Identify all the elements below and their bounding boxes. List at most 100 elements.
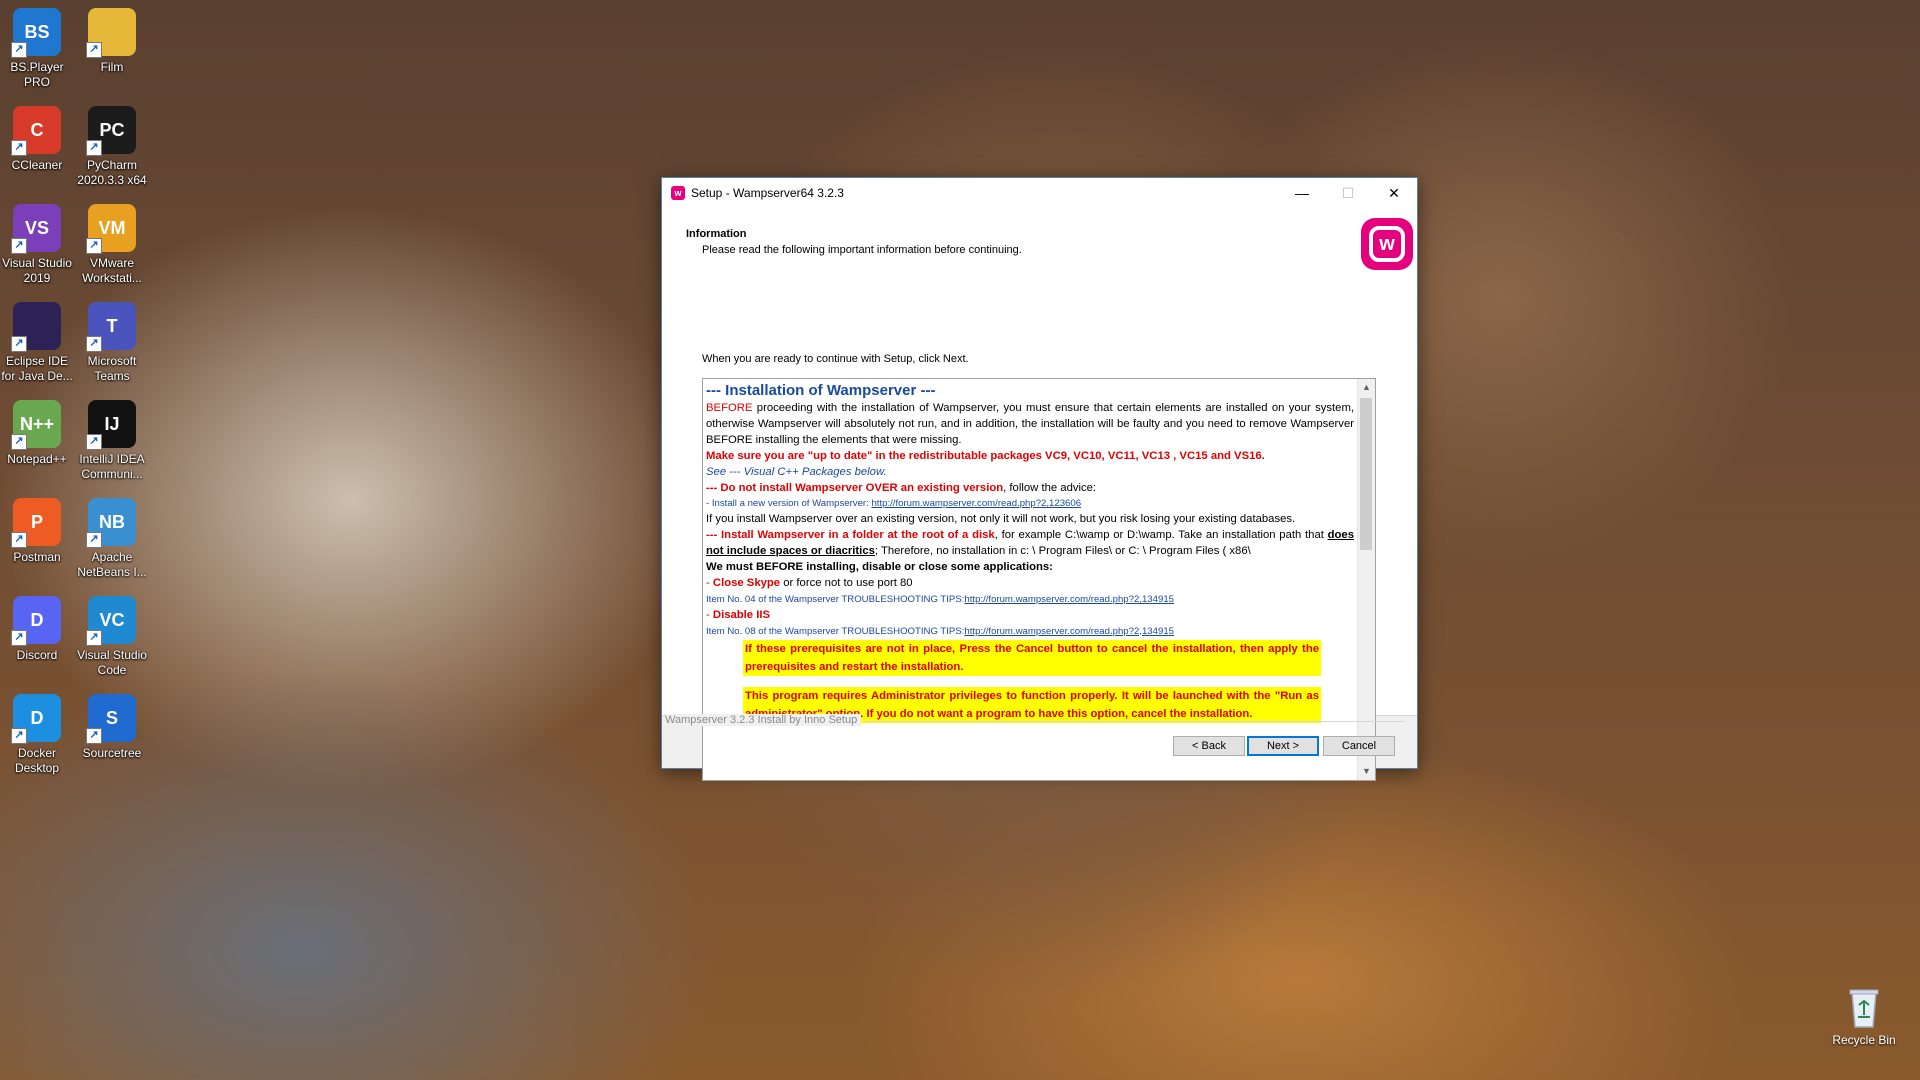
tip-08-text: Item No. 08 of the Wampserver TROUBLESHO… <box>706 625 965 637</box>
next-button[interactable]: Next > <box>1247 736 1319 756</box>
new-version-text: - Install a new version of Wampserver: <box>706 498 872 510</box>
film-icon: ↗ <box>86 8 136 58</box>
desktop-icon-notepad[interactable]: N++ ↗ Notepad++ <box>0 400 74 467</box>
info-heading: --- Installation of Wampserver --- <box>706 382 936 399</box>
before-label: BEFORE <box>706 402 753 414</box>
desktop-icon-intellij-idea-communi[interactable]: IJ ↗ IntelliJ IDEA Communi... <box>75 400 149 482</box>
microsoft-teams-icon: T ↗ <box>86 302 136 352</box>
minimize-button[interactable]: — <box>1279 178 1325 208</box>
scroll-up-icon[interactable]: ▲ <box>1358 379 1375 396</box>
desktop-icon-label: PyCharm 2020.3.3 x64 <box>77 158 147 187</box>
desktop-icon-label: Eclipse IDE for Java De... <box>1 354 73 383</box>
info-no-overwrite: --- Do not install Wampserver OVER an ex… <box>706 481 1354 497</box>
bs-player-pro-icon: BS ↗ <box>11 8 61 58</box>
info-risk-databases: If you install Wampserver over an existi… <box>706 513 1296 526</box>
title-bar[interactable]: w Setup - Wampserver64 3.2.3 — ☐ ✕ <box>662 178 1417 208</box>
skype-dash: - <box>706 576 713 589</box>
skype-label: Close Skype <box>712 576 781 589</box>
desktop-icon-sourcetree[interactable]: S ↗ Sourcetree <box>75 694 149 761</box>
iis-label: Disable IIS <box>712 608 771 621</box>
desktop-icon-postman[interactable]: P ↗ Postman <box>0 498 74 565</box>
desktop-icon-label: Notepad++ <box>7 452 67 466</box>
shortcut-arrow-icon: ↗ <box>11 434 27 450</box>
desktop-icon-label: Visual Studio Code <box>77 648 147 677</box>
info-scrollbar[interactable]: ▲ ▼ <box>1357 379 1375 780</box>
info-tip-08: Item No. 08 of the Wampserver TROUBLESHO… <box>706 624 1354 640</box>
shortcut-arrow-icon: ↗ <box>86 434 102 450</box>
scroll-down-icon[interactable]: ▼ <box>1358 763 1375 780</box>
vmware-workstati-icon: VM ↗ <box>86 204 136 254</box>
desktop-icon-microsoft-teams[interactable]: T ↗ Microsoft Teams <box>75 302 149 384</box>
info-new-version-line: - Install a new version of Wampserver: h… <box>706 496 1354 512</box>
desktop-icon-ccleaner[interactable]: C ↗ CCleaner <box>0 106 74 173</box>
no-overwrite-label: --- Do not install Wampserver OVER an ex… <box>706 481 1004 494</box>
shortcut-arrow-icon: ↗ <box>11 728 27 744</box>
notepad-glyph: N++ <box>19 413 55 434</box>
wampserver-logo-icon: w <box>1369 226 1405 262</box>
desktop-icon-label: Apache NetBeans I... <box>77 550 147 579</box>
maximize-button: ☐ <box>1325 178 1371 208</box>
close-button[interactable]: ✕ <box>1371 178 1417 208</box>
shortcut-arrow-icon: ↗ <box>86 42 102 58</box>
desktop-icon-label: Visual Studio 2019 <box>2 256 72 285</box>
tip-08-link[interactable]: http://forum.wampserver.com/read.php?2,1… <box>964 626 1174 637</box>
maximize-icon: ☐ <box>1341 184 1355 201</box>
visual-studio-2019-icon: VS ↗ <box>11 204 61 254</box>
desktop-icon-apache-netbeans-i[interactable]: NB ↗ Apache NetBeans I... <box>75 498 149 580</box>
scroll-thumb[interactable] <box>1360 398 1372 550</box>
microsoft-teams-glyph: T <box>106 315 118 336</box>
info-disable-apps: We must BEFORE installing, disable or cl… <box>706 561 1053 574</box>
vmware-workstati-glyph: VM <box>98 217 126 238</box>
footer-divider <box>865 721 1405 722</box>
desktop-icon-label: Docker Desktop <box>14 746 60 775</box>
info-disable-iis: - Disable IIS <box>706 608 1354 624</box>
desktop-icon-label: Microsoft Teams <box>87 354 137 383</box>
desktop-icon-label: VMware Workstati... <box>82 256 142 285</box>
window-title: Setup - Wampserver64 3.2.3 <box>691 186 844 200</box>
info-paragraph-uptodate: Make sure you are "up to date" in the re… <box>706 449 1265 462</box>
pycharm-2020-3-3-x64-icon: PC ↗ <box>86 106 136 156</box>
apache-netbeans-i-glyph: NB <box>99 511 125 532</box>
shortcut-arrow-icon: ↗ <box>86 140 102 156</box>
page-subtitle: Please read the following important info… <box>702 244 1022 256</box>
visual-studio-code-icon: VC ↗ <box>86 596 136 646</box>
desktop-icon-vmware-workstati[interactable]: VM ↗ VMware Workstati... <box>75 204 149 286</box>
root-folder-label: --- Install Wampserver in a folder at th… <box>706 529 995 542</box>
desktop-icon-label: IntelliJ IDEA Communi... <box>79 452 145 481</box>
new-version-link[interactable]: http://forum.wampserver.com/read.php?2,1… <box>871 498 1081 509</box>
desktop-icon-bs-player-pro[interactable]: BS ↗ BS.Player PRO <box>0 8 74 90</box>
info-root-folder: --- Install Wampserver in a folder at th… <box>706 528 1354 560</box>
visual-studio-code-glyph: VC <box>99 609 125 630</box>
info-close-skype: - Close Skype or force not to use port 8… <box>706 576 1354 592</box>
wampserver-logo: w <box>1361 218 1413 270</box>
minimize-icon: — <box>1295 185 1309 201</box>
shortcut-arrow-icon: ↗ <box>86 630 102 646</box>
desktop-icon-docker-desktop[interactable]: D ↗ Docker Desktop <box>0 694 74 776</box>
apache-netbeans-i-icon: NB ↗ <box>86 498 136 548</box>
bs-player-pro-glyph: BS <box>24 21 50 42</box>
wizard-header: Information Please read the following im… <box>662 208 1417 283</box>
discord-glyph: D <box>30 609 44 630</box>
close-icon: ✕ <box>1388 184 1400 201</box>
desktop-icon-eclipse-ide-for-java-de[interactable]: ↗ Eclipse IDE for Java De... <box>0 302 74 384</box>
postman-icon: P ↗ <box>11 498 61 548</box>
wampserver-app-icon: w <box>671 186 685 200</box>
docker-desktop-glyph: D <box>30 707 44 728</box>
desktop-icon-visual-studio-2019[interactable]: VS ↗ Visual Studio 2019 <box>0 204 74 286</box>
skype-text: or force not to use port 80 <box>780 576 913 589</box>
tip-04-link[interactable]: http://forum.wampserver.com/read.php?2,1… <box>964 594 1174 605</box>
shortcut-arrow-icon: ↗ <box>11 532 27 548</box>
ccleaner-glyph: C <box>30 119 44 140</box>
desktop-icon-discord[interactable]: D ↗ Discord <box>0 596 74 663</box>
recycle-bin[interactable]: Recycle Bin <box>1822 985 1906 1047</box>
desktop-icon-label: Sourcetree <box>82 746 142 760</box>
desktop-icon-film[interactable]: ↗ Film <box>75 8 149 75</box>
shortcut-arrow-icon: ↗ <box>11 42 27 58</box>
cancel-button[interactable]: Cancel <box>1323 736 1395 756</box>
no-overwrite-text: , follow the advice: <box>1003 481 1097 494</box>
desktop-icon-visual-studio-code[interactable]: VC ↗ Visual Studio Code <box>75 596 149 678</box>
ccleaner-icon: C ↗ <box>11 106 61 156</box>
desktop-icon-label: BS.Player PRO <box>10 60 64 89</box>
desktop-icon-pycharm-2020-3-3-x64[interactable]: PC ↗ PyCharm 2020.3.3 x64 <box>75 106 149 188</box>
back-button[interactable]: < Back <box>1173 736 1245 756</box>
